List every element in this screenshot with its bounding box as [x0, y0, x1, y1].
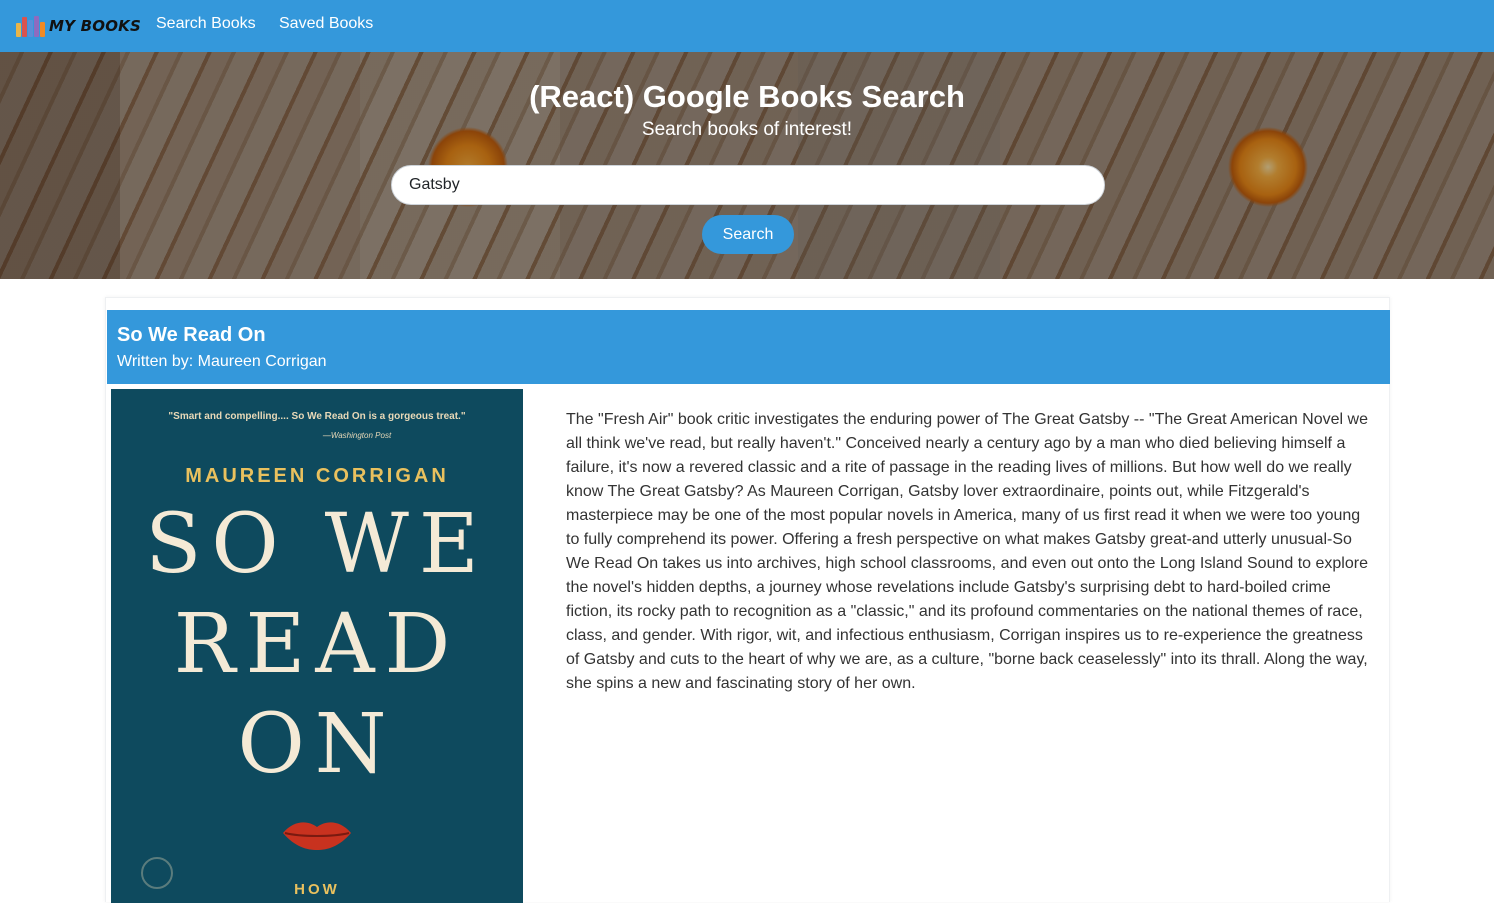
hero-banner: (React) Google Books Search Search books…	[0, 52, 1494, 279]
navbar: MY BOOKS Search Books Saved Books	[0, 0, 1494, 52]
cover-quote: "Smart and compelling.... So We Read On …	[168, 411, 466, 422]
results-container: So We Read On Written by: Maureen Corrig…	[105, 297, 1390, 903]
nav-link-saved-books[interactable]: Saved Books	[279, 15, 373, 33]
book-title: So We Read On	[117, 324, 266, 346]
lips-icon	[283, 822, 351, 850]
search-input[interactable]	[391, 165, 1105, 205]
cover-quote-source: —Washington Post	[322, 431, 392, 440]
cover-title-line-2: READ	[173, 597, 461, 692]
book-author-line: Written by: Maureen Corrigan	[117, 353, 327, 371]
cover-subtitle: HOW	[294, 881, 340, 898]
search-button[interactable]: Search	[702, 215, 794, 254]
brand-logo[interactable]: MY BOOKS	[15, 13, 141, 39]
cover-title-line-1: SO WE	[145, 497, 489, 592]
author-prefix: Written by:	[117, 353, 198, 370]
book-author: Maureen Corrigan	[197, 353, 327, 370]
book-card-header: So We Read On Written by: Maureen Corrig…	[107, 310, 1390, 384]
nav-link-search-books[interactable]: Search Books	[156, 15, 256, 33]
page-title: (React) Google Books Search	[529, 79, 965, 114]
book-description: The "Fresh Air" book critic investigates…	[566, 411, 1368, 692]
cover-author: MAUREEN CORRIGAN	[185, 465, 449, 487]
brand-text: MY BOOKS	[49, 17, 141, 35]
books-icon	[15, 15, 47, 37]
cover-title-line-3: ON	[237, 697, 397, 792]
book-cover-image: "Smart and compelling.... So We Read On …	[111, 389, 523, 903]
page-subtitle: Search books of interest!	[641, 119, 853, 140]
